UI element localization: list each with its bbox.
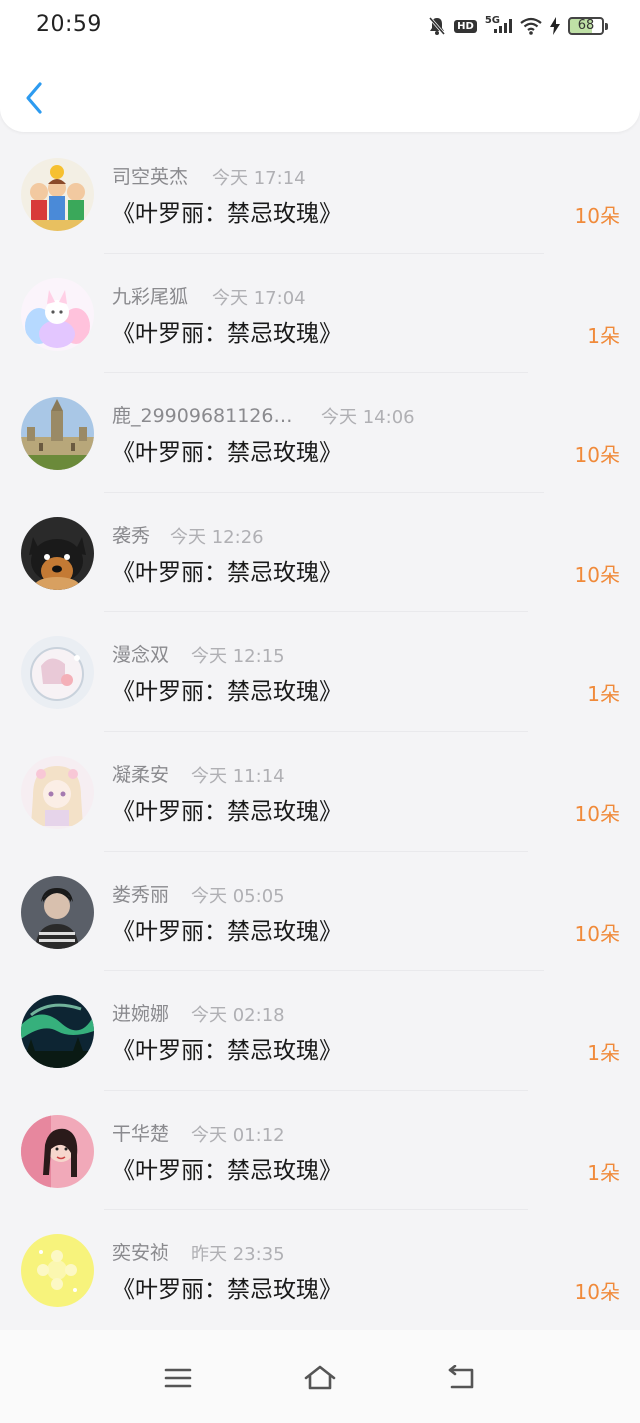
menu-button[interactable] <box>158 1360 198 1396</box>
gift-count: 1朵 <box>587 1160 620 1185</box>
gift-time: 今天 12:15 <box>191 646 285 668</box>
sender-name: 九彩尾狐 <box>112 285 189 308</box>
avatar[interactable] <box>21 636 94 710</box>
sender-name: 漫念双 <box>112 644 170 667</box>
avatar[interactable] <box>21 995 94 1069</box>
avatar[interactable] <box>21 158 94 231</box>
signal-5g-icon: 5G <box>485 15 512 33</box>
work-title: 《叶罗丽：禁忌玫瑰》 <box>112 440 342 467</box>
gift-count: 10朵 <box>574 562 620 587</box>
gift-row[interactable]: 凝柔安 今天 11:14 《叶罗丽：禁忌玫瑰》 10朵 <box>0 732 640 852</box>
hd-icon: HD <box>454 19 477 33</box>
avatar[interactable] <box>21 1234 94 1308</box>
gift-count: 10朵 <box>574 921 620 946</box>
status-icons: HD 5G 68 <box>428 12 608 40</box>
wifi-icon <box>520 17 542 35</box>
work-title: 《叶罗丽：禁忌玫瑰》 <box>112 798 342 825</box>
work-title: 《叶罗丽：禁忌玫瑰》 <box>112 1038 342 1065</box>
gift-count: 1朵 <box>587 323 620 348</box>
gift-row[interactable]: 鹿_29909681126… 今天 14:06 《叶罗丽：禁忌玫瑰》 10朵 <box>0 373 640 493</box>
avatar[interactable] <box>21 875 94 949</box>
battery-icon: 68 <box>568 17 608 35</box>
sender-name: 司空英杰 <box>112 166 189 188</box>
gift-count: 10朵 <box>574 801 620 826</box>
home-icon <box>304 1365 336 1390</box>
gift-row[interactable]: 漫念双 今天 12:15 《叶罗丽：禁忌玫瑰》 1朵 <box>0 612 640 732</box>
avatar[interactable] <box>21 397 94 471</box>
gift-count: 1朵 <box>587 682 620 707</box>
bell-muted-icon <box>428 16 446 36</box>
gift-row[interactable]: 娄秀丽 今天 05:05 《叶罗丽：禁忌玫瑰》 10朵 <box>0 852 640 972</box>
system-nav-bar <box>0 1330 640 1423</box>
sender-name: 干华楚 <box>112 1122 170 1145</box>
avatar[interactable] <box>21 755 94 829</box>
network-label: 5G <box>484 14 500 26</box>
work-title: 《叶罗丽：禁忌玫瑰》 <box>112 559 342 586</box>
gift-time: 昨天 23:35 <box>191 1244 285 1266</box>
back-nav-icon <box>448 1365 474 1389</box>
status-time: 20:59 <box>36 12 102 37</box>
gift-count: 10朵 <box>574 204 620 228</box>
gift-time: 今天 02:18 <box>191 1005 285 1027</box>
sender-name: 进婉娜 <box>112 1003 170 1026</box>
menu-icon <box>164 1368 192 1388</box>
gift-time: 今天 14:06 <box>321 407 415 429</box>
gift-row[interactable]: 奕安祯 昨天 23:35 《叶罗丽：禁忌玫瑰》 10朵 <box>0 1210 640 1330</box>
work-title: 《叶罗丽：禁忌玫瑰》 <box>112 918 342 945</box>
gift-row[interactable]: 九彩尾狐 今天 17:04 《叶罗丽：禁忌玫瑰》 1朵 <box>0 254 640 374</box>
gift-time: 今天 05:05 <box>191 885 285 907</box>
avatar[interactable] <box>21 277 94 351</box>
charging-icon <box>550 17 560 35</box>
gift-row[interactable]: 司空英杰 今天 17:14 《叶罗丽：禁忌玫瑰》 10朵 <box>0 134 640 254</box>
gift-count: 10朵 <box>574 1280 620 1305</box>
work-title: 《叶罗丽：禁忌玫瑰》 <box>112 201 342 227</box>
gift-time: 今天 12:26 <box>170 526 264 548</box>
avatar[interactable] <box>21 516 94 590</box>
gift-count: 10朵 <box>574 443 620 468</box>
gift-list: 司空英杰 今天 17:14 《叶罗丽：禁忌玫瑰》 10朵 九彩尾狐 今天 17:04 《叶罗… <box>0 134 640 1330</box>
back-button[interactable] <box>20 78 50 118</box>
gift-time: 今天 17:14 <box>212 168 306 189</box>
work-title: 《叶罗丽：禁忌玫瑰》 <box>112 1277 342 1304</box>
sender-name: 凝柔安 <box>112 763 170 786</box>
sender-name: 奕安祯 <box>112 1242 170 1265</box>
gift-row[interactable]: 干华楚 今天 01:12 《叶罗丽：禁忌玫瑰》 1朵 <box>0 1091 640 1211</box>
chevron-left-icon <box>26 82 42 114</box>
gift-time: 今天 01:12 <box>191 1124 285 1146</box>
gift-time: 今天 11:14 <box>191 765 285 787</box>
gift-row[interactable]: 进婉娜 今天 02:18 《叶罗丽：禁忌玫瑰》 1朵 <box>0 971 640 1091</box>
sender-name: 鹿_29909681126… <box>112 405 293 428</box>
sender-name: 袭秀 <box>112 524 151 547</box>
work-title: 《叶罗丽：禁忌玫瑰》 <box>112 320 342 347</box>
work-title: 《叶罗丽：禁忌玫瑰》 <box>112 1157 342 1184</box>
top-bar: 20:59 HD 5G 68 <box>0 0 640 132</box>
avatar[interactable] <box>21 1114 94 1188</box>
battery-level: 68 <box>577 18 595 33</box>
gift-count: 1朵 <box>587 1041 620 1066</box>
home-button[interactable] <box>300 1360 340 1396</box>
gift-row[interactable]: 袭秀 今天 12:26 《叶罗丽：禁忌玫瑰》 10朵 <box>0 493 640 613</box>
back-nav-button[interactable] <box>442 1360 482 1396</box>
gift-time: 今天 17:04 <box>212 287 306 309</box>
sender-name: 娄秀丽 <box>112 883 170 906</box>
work-title: 《叶罗丽：禁忌玫瑰》 <box>112 679 342 706</box>
